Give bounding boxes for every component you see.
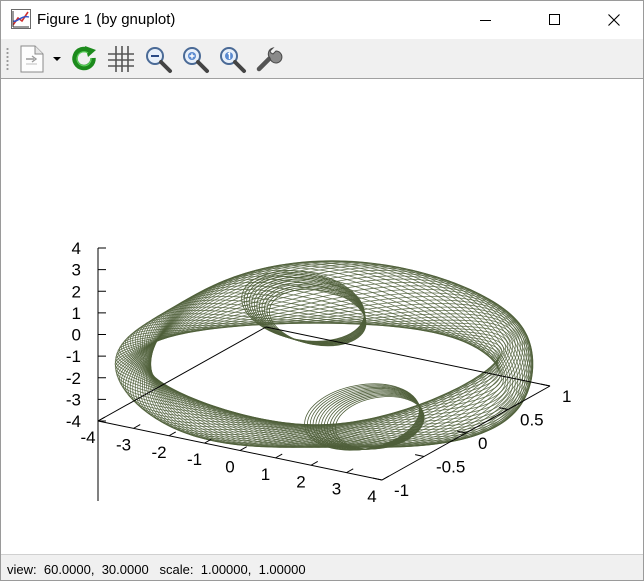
status-text: view: 60.0000, 30.0000 scale: 1.00000, 1…: [7, 562, 306, 577]
z-tick-label: -4: [66, 412, 81, 431]
document-export-icon: [20, 45, 44, 73]
maximize-icon: [549, 14, 560, 25]
minimize-icon: [480, 20, 491, 21]
export-dropdown[interactable]: [51, 43, 63, 75]
x-tick-label: 3: [332, 480, 341, 499]
z-tick-label: -2: [66, 369, 81, 388]
x-tick-mark: [381, 475, 389, 481]
zoom-in-button[interactable]: [178, 43, 212, 75]
refresh-icon: [72, 46, 96, 71]
z-tick-label: -1: [66, 347, 81, 366]
surface-curve: [114, 260, 534, 451]
y-tick-label: 0.5: [520, 411, 544, 430]
x-tick-mark: [310, 461, 318, 466]
x-tick-label: -1: [187, 450, 202, 469]
toolbar: [1, 39, 643, 79]
window-title: Figure 1 (by gnuplot): [37, 11, 176, 28]
view-rot-x: 60.0000,: [43, 562, 95, 577]
zoom-reset-button[interactable]: [215, 43, 249, 75]
plot-canvas[interactable]: -4 -3 -2 -1 0 1 2 3 4 -1 -0.5 0 0.5 1 4 3 2 1 0 -1 -2 -3 -4: [1, 80, 643, 554]
x-tick-mark: [168, 431, 176, 437]
z-tick-label: 0: [72, 326, 81, 345]
gnuplot-window: Figure 1 (by gnuplot) -4 -3 -2 -1 0 1 2 …: [0, 0, 644, 581]
x-tick-label: 1: [261, 465, 270, 484]
replot-button[interactable]: [67, 43, 101, 75]
y-tick-mark: [415, 454, 425, 457]
z-tick-label: 4: [72, 239, 81, 258]
config-button[interactable]: [252, 43, 286, 75]
x-tick-label: 2: [296, 472, 305, 491]
export-button[interactable]: [15, 43, 49, 75]
zoom-out-button[interactable]: [141, 43, 175, 75]
z-tick-label: 2: [72, 282, 81, 301]
x-tick-mark: [275, 453, 283, 459]
wrench-icon: [256, 47, 283, 72]
x-tick-label: -3: [116, 435, 131, 454]
x-tick-mark: [133, 424, 141, 429]
x-tick-label: -4: [80, 428, 95, 447]
y-tick-label: -0.5: [436, 458, 465, 477]
minimize-button[interactable]: [463, 1, 509, 39]
x-tick-label: 4: [367, 487, 376, 506]
maximize-button[interactable]: [532, 1, 578, 39]
y-tick-label: 1: [562, 387, 571, 406]
x-tick-mark: [346, 468, 354, 474]
close-button[interactable]: [591, 1, 637, 39]
z-tick-label: 1: [72, 304, 81, 323]
close-icon: [608, 14, 620, 26]
y-tick-label: 0: [478, 434, 487, 453]
status-bar: view: 60.0000, 30.0000 scale: 1.00000, 1…: [1, 554, 643, 580]
z-tick-label: 3: [72, 261, 81, 280]
z-tick-label: -3: [66, 390, 81, 409]
scale-label: scale:: [159, 562, 194, 577]
zoom-in-icon: [183, 47, 209, 73]
y-tick-mark: [373, 477, 383, 481]
scale-z: 1.00000: [258, 562, 306, 577]
triangle-down-icon: [53, 57, 61, 61]
view-rot-z: 30.0000: [101, 562, 149, 577]
plot-area[interactable]: -4 -3 -2 -1 0 1 2 3 4 -1 -0.5 0 0.5 1 4 3 2 1 0 -1 -2 -3 -4: [1, 80, 643, 554]
zoom-reset-icon: [220, 47, 246, 73]
x-tick-mark: [239, 446, 247, 451]
y-tick-mark: [541, 383, 551, 387]
zoom-out-icon: [146, 47, 172, 73]
view-label: view:: [7, 562, 37, 577]
toolbar-grip[interactable]: [6, 47, 9, 71]
scale-x: 1.00000,: [200, 562, 252, 577]
y-tick-label: -1: [394, 481, 409, 500]
x-tick-mark: [97, 416, 105, 422]
gnuplot-app-icon: [11, 9, 31, 29]
grid-button[interactable]: [104, 43, 138, 75]
x-tick-label: 0: [225, 458, 234, 477]
title-bar: Figure 1 (by gnuplot): [1, 1, 643, 39]
x-tick-label: -2: [151, 443, 166, 462]
grid-icon: [108, 46, 134, 72]
